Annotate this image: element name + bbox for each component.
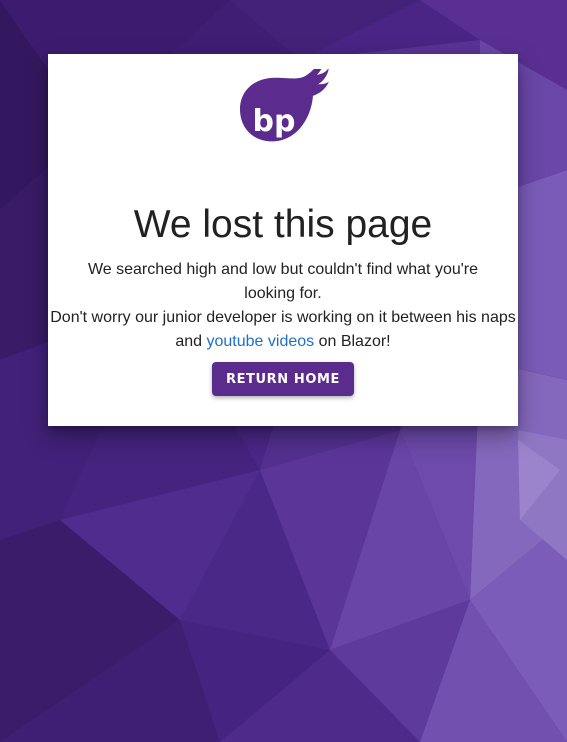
message-line-2-end: on Blazor! xyxy=(314,333,391,350)
page-title: We lost this page xyxy=(133,203,433,246)
bp-logo: bp xyxy=(239,69,329,149)
error-message: We searched high and low but couldn't fi… xyxy=(48,258,518,354)
bp-flame-logo-icon: bp xyxy=(240,69,329,142)
logo-text: bp xyxy=(253,104,296,139)
message-line-1: We searched high and low but couldn't fi… xyxy=(87,261,479,302)
message-line-2: Don't worry our junior developer is work… xyxy=(48,306,518,354)
return-home-button[interactable]: RETURN HOME xyxy=(212,362,354,396)
not-found-card: bp We lost this page We searched high an… xyxy=(48,54,518,426)
youtube-videos-link[interactable]: youtube videos xyxy=(207,333,315,350)
